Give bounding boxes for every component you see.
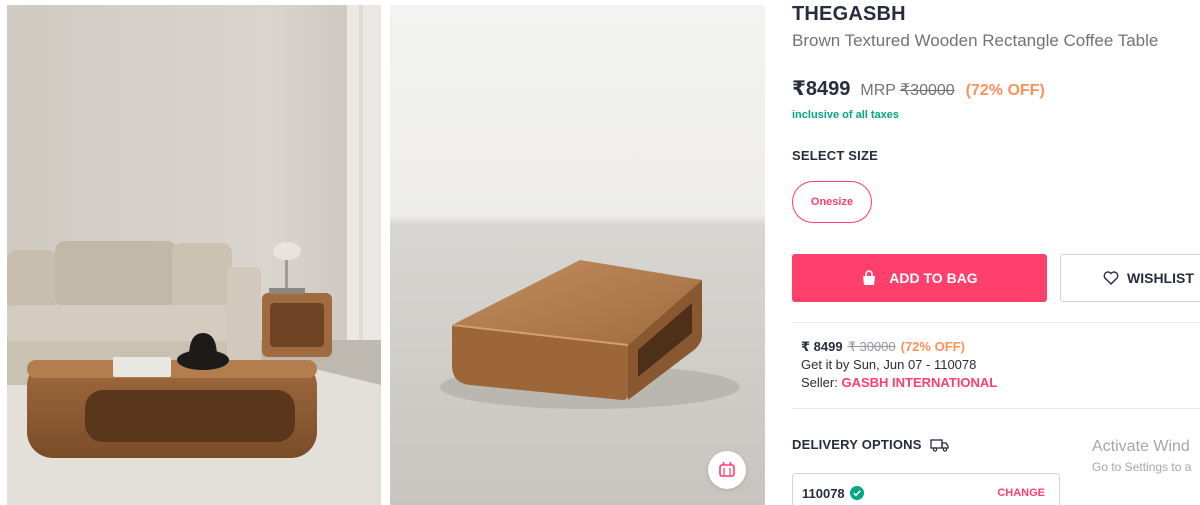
os-activation-watermark: Activate Wind Go to Settings to a	[1092, 438, 1191, 474]
bag-icon	[861, 270, 877, 286]
heart-icon	[1103, 271, 1119, 285]
product-title: Brown Textured Wooden Rectangle Coffee T…	[792, 31, 1159, 50]
delivery-eta: Get it by Sun, Jun 07 - 110078	[801, 357, 977, 372]
seller-row: Seller: GASBH INTERNATIONAL	[801, 374, 997, 392]
product-details: THEGASBH Brown Textured Wooden Rectangle…	[792, 0, 1200, 505]
size-option-onesize[interactable]: Onesize	[792, 181, 872, 223]
select-size-heading: SELECT SIZE	[792, 148, 878, 163]
view-similar-button[interactable]	[708, 451, 746, 489]
pincode-value: 110078	[802, 485, 845, 501]
wishlist-button[interactable]: WISHLIST	[1060, 254, 1200, 302]
delivery-options-heading: DELIVERY OPTIONS	[792, 437, 950, 452]
mrp-price: ₹30000	[899, 82, 955, 99]
product-image-studio[interactable]	[390, 5, 765, 505]
selling-price: ₹8499	[792, 78, 851, 100]
price-row: ₹8499 MRP ₹30000 (72% OFF)	[792, 76, 1045, 101]
offer-price-row: ₹ 8499 ₹ 30000 (72% OFF)	[801, 338, 997, 356]
pincode-field[interactable]: 110078 CHANGE	[792, 473, 1060, 505]
brand-name[interactable]: THEGASBH	[792, 3, 906, 26]
seller-label: Seller:	[801, 375, 838, 390]
product-detail-page: THEGASBH Brown Textured Wooden Rectangle…	[0, 0, 1200, 505]
delivery-options-label: DELIVERY OPTIONS	[792, 437, 922, 452]
divider	[792, 408, 1200, 409]
truck-icon	[929, 438, 950, 452]
change-pincode-button[interactable]: CHANGE	[997, 487, 1045, 499]
taxes-note: inclusive of all taxes	[792, 109, 899, 121]
wishlist-label: WISHLIST	[1127, 270, 1194, 286]
offer-mrp: ₹ 30000	[847, 339, 896, 354]
watermark-line2: Go to Settings to a	[1092, 460, 1192, 474]
offer-price: ₹ 8499	[801, 339, 843, 354]
product-image-lifestyle[interactable]	[7, 5, 381, 505]
check-circle-icon	[849, 486, 864, 500]
view-similar-icon	[717, 460, 737, 480]
mrp-label: MRP	[860, 82, 896, 99]
divider	[792, 322, 1200, 323]
add-to-bag-button[interactable]: ADD TO BAG	[792, 254, 1047, 302]
offer-discount: (72% OFF)	[900, 339, 965, 354]
add-to-bag-label: ADD TO BAG	[889, 270, 978, 286]
watermark-line1: Activate Wind	[1092, 438, 1190, 455]
seller-name[interactable]: GASBH INTERNATIONAL	[841, 375, 997, 390]
discount-percent: (72% OFF)	[965, 82, 1045, 99]
best-offer-block: ₹ 8499 ₹ 30000 (72% OFF) Get it by Sun, …	[801, 338, 997, 392]
